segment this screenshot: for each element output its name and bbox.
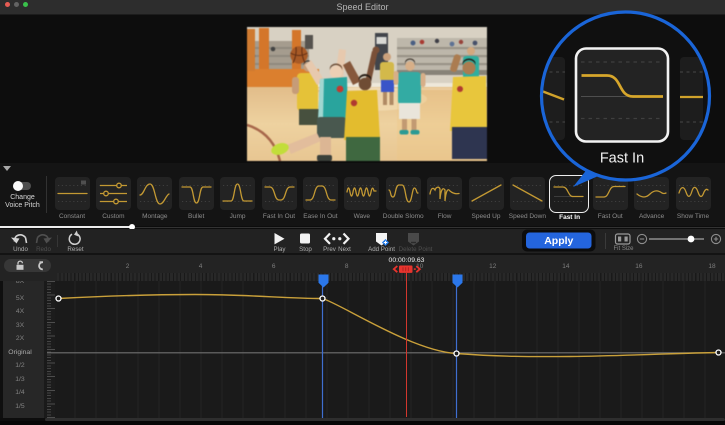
svg-text:Fast In: Fast In: [600, 151, 644, 167]
svg-text:Apply: Apply: [544, 235, 573, 247]
